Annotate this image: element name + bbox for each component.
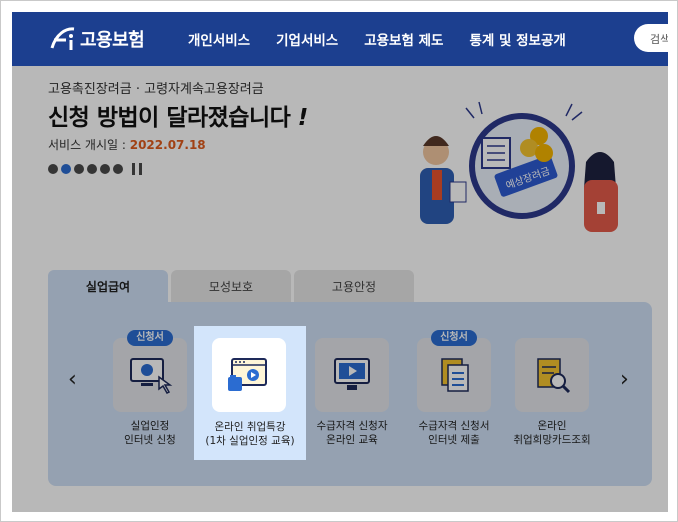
service-icon-box: 신청서 xyxy=(417,330,491,412)
service-item-unemployment-online[interactable]: 신청서 실업인정인터넷 신청 xyxy=(110,330,190,448)
service-label: 온라인취업희망카드조회 xyxy=(512,419,592,447)
service-tabs: 실업급여 모성보호 고용안정 xyxy=(48,270,417,302)
prev-arrow-icon[interactable]: ‹ xyxy=(68,367,77,392)
service-label-line1: 수급자격 신청자 xyxy=(316,420,388,432)
hero-date-value: 2022.07.18 xyxy=(129,138,206,152)
top-header: 고용보험 개인서비스 기업서비스 고용보험 제도 통계 및 정보공개 검색 xyxy=(12,12,668,66)
service-label-line2: 인터넷 제출 xyxy=(428,434,480,446)
service-label-line2: 온라인 교육 xyxy=(326,434,378,446)
service-label-line1: 수급자격 신청서 xyxy=(418,420,490,432)
service-icon-box xyxy=(515,338,589,412)
card-search-icon xyxy=(537,358,571,394)
service-label-line1: 온라인 xyxy=(537,420,567,432)
tab-unemployment-benefit[interactable]: 실업급여 xyxy=(48,270,168,302)
slide-dot-active[interactable] xyxy=(61,164,71,174)
hero-title: 신청 방법이 달라졌습니다 ! xyxy=(48,98,308,132)
nav-insurance-system[interactable]: 고용보험 제도 xyxy=(364,29,443,49)
slide-dot[interactable] xyxy=(87,164,97,174)
service-label: 실업인정인터넷 신청 xyxy=(110,419,190,447)
nav-personal-services[interactable]: 개인서비스 xyxy=(188,29,250,49)
slide-dot[interactable] xyxy=(74,164,84,174)
nav-statistics[interactable]: 통계 및 정보공개 xyxy=(469,29,565,49)
slide-dot[interactable] xyxy=(113,164,123,174)
documents-icon xyxy=(441,358,469,392)
screenshot-frame: 고용보험 개인서비스 기업서비스 고용보험 제도 통계 및 정보공개 검색 고용… xyxy=(0,0,678,522)
application-badge: 신청서 xyxy=(431,330,477,346)
slide-dot[interactable] xyxy=(48,164,58,174)
service-label: 수급자격 신청자온라인 교육 xyxy=(312,419,392,447)
slide-indicators xyxy=(48,163,142,175)
pause-icon[interactable] xyxy=(132,163,142,175)
browser-viewport: 고용보험 개인서비스 기업서비스 고용보험 제도 통계 및 정보공개 검색 고용… xyxy=(12,12,668,512)
slide-dot[interactable] xyxy=(100,164,110,174)
nav-business-services[interactable]: 기업서비스 xyxy=(276,29,338,49)
service-label-line2: 인터넷 신청 xyxy=(124,434,176,446)
hero-date: 서비스 개시일 : 2022.07.18 xyxy=(48,136,206,153)
next-arrow-icon[interactable]: › xyxy=(620,367,629,392)
tab-maternity-protection[interactable]: 모성보호 xyxy=(171,270,291,302)
hero-title-text: 신청 방법이 달라졌습니다 xyxy=(48,105,291,131)
service-item-recipient-education[interactable]: 수급자격 신청자온라인 교육 xyxy=(312,338,392,448)
service-label-line2: (1차 실업인정 교육) xyxy=(205,435,295,447)
tab-employment-stability[interactable]: 고용안정 xyxy=(294,270,414,302)
service-label-line1: 실업인정 xyxy=(130,420,170,432)
service-label-line2: 취업희망카드조회 xyxy=(513,434,591,446)
main-nav: 개인서비스 기업서비스 고용보험 제도 통계 및 정보공개 xyxy=(188,29,592,49)
search-button[interactable]: 검색 xyxy=(634,24,668,52)
service-label: 수급자격 신청서인터넷 제출 xyxy=(414,419,494,447)
service-label-line1: 온라인 취업특강 xyxy=(214,421,286,433)
site-logo[interactable]: 고용보험 xyxy=(48,25,145,53)
application-badge: 신청서 xyxy=(127,330,173,346)
logo-mark-icon xyxy=(50,27,75,50)
video-lecture-icon xyxy=(334,358,370,390)
service-icon-box xyxy=(315,338,389,412)
hero-title-mark: ! xyxy=(297,105,309,131)
online-lecture-icon xyxy=(228,358,267,391)
service-item-job-card-lookup[interactable]: 온라인취업희망카드조회 xyxy=(512,338,592,448)
logo-text: 고용보험 xyxy=(80,30,145,51)
hero-date-label: 서비스 개시일 : xyxy=(48,138,130,152)
hero-subtitle: 고용촉진장려금 · 고령자계속고용장려금 xyxy=(48,82,264,97)
service-item-application-submit[interactable]: 신청서 수급자격 신청서인터넷 제출 xyxy=(414,330,494,448)
service-icon-box: 신청서 xyxy=(113,330,187,412)
monitor-click-icon xyxy=(130,358,173,394)
service-icon-box-highlighted xyxy=(212,338,286,412)
service-label-highlighted: 온라인 취업특강 (1차 실업인정 교육) xyxy=(194,420,306,448)
hero-illustration: 예상장려금 xyxy=(420,101,618,232)
